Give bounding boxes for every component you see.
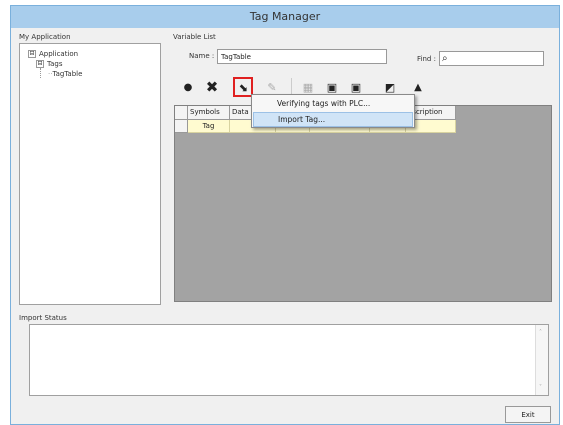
tag-table: Symbols Data escription Tag [174, 105, 552, 302]
tag-manager-window: Tag Manager My Application ⊟ Application … [10, 5, 560, 425]
find-input[interactable]: ⌕ [439, 51, 544, 66]
tree-item-label: Tags [47, 60, 63, 68]
name-input[interactable]: TagTable [217, 49, 387, 64]
name-label: Name : [189, 52, 215, 60]
table-corner [175, 106, 188, 120]
collapse-icon[interactable]: ⊟ [36, 60, 44, 68]
import-status-label: Import Status [19, 314, 67, 322]
collapse-icon[interactable]: ⊟ [28, 50, 36, 58]
window-title: Tag Manager [11, 6, 559, 28]
add-tag-button[interactable]: ● [179, 78, 197, 96]
scroll-up-icon[interactable]: ˄ [539, 329, 542, 336]
application-tree: ⊟ Application ⊟ Tags ··TagTable [19, 43, 161, 305]
find-label: Find : [417, 55, 436, 63]
tree-item-tags[interactable]: ⊟ Tags [36, 60, 63, 68]
tree-connector [40, 68, 41, 78]
tag-tools-button[interactable]: ⬊ [233, 77, 253, 97]
tree-item-label: Application [39, 50, 79, 58]
import-status-scrollbar[interactable]: ˄ ˅ [535, 325, 548, 395]
import-status-box: ˄ ˅ [29, 324, 549, 396]
tree-item-tagtable[interactable]: ··TagTable [48, 70, 82, 78]
search-icon: ⌕ [442, 53, 448, 64]
scroll-down-icon[interactable]: ˅ [539, 384, 542, 391]
exit-button[interactable]: Exit [505, 406, 551, 423]
tree-item-application[interactable]: ⊟ Application [28, 50, 78, 58]
tag-tools-menu: Verifying tags with PLC... Import Tag... [251, 94, 415, 128]
tree-item-label: TagTable [52, 70, 83, 78]
my-application-label: My Application [19, 33, 71, 41]
menu-item-import-tag[interactable]: Import Tag... [253, 112, 413, 127]
variable-list-label: Variable List [173, 33, 216, 41]
delete-tag-button[interactable]: ✖ [203, 78, 221, 96]
menu-item-verify-tags[interactable]: Verifying tags with PLC... [253, 96, 413, 111]
column-header-symbols[interactable]: Symbols [188, 106, 230, 120]
row-header[interactable] [175, 120, 188, 133]
table-cell[interactable]: Tag [188, 120, 230, 133]
